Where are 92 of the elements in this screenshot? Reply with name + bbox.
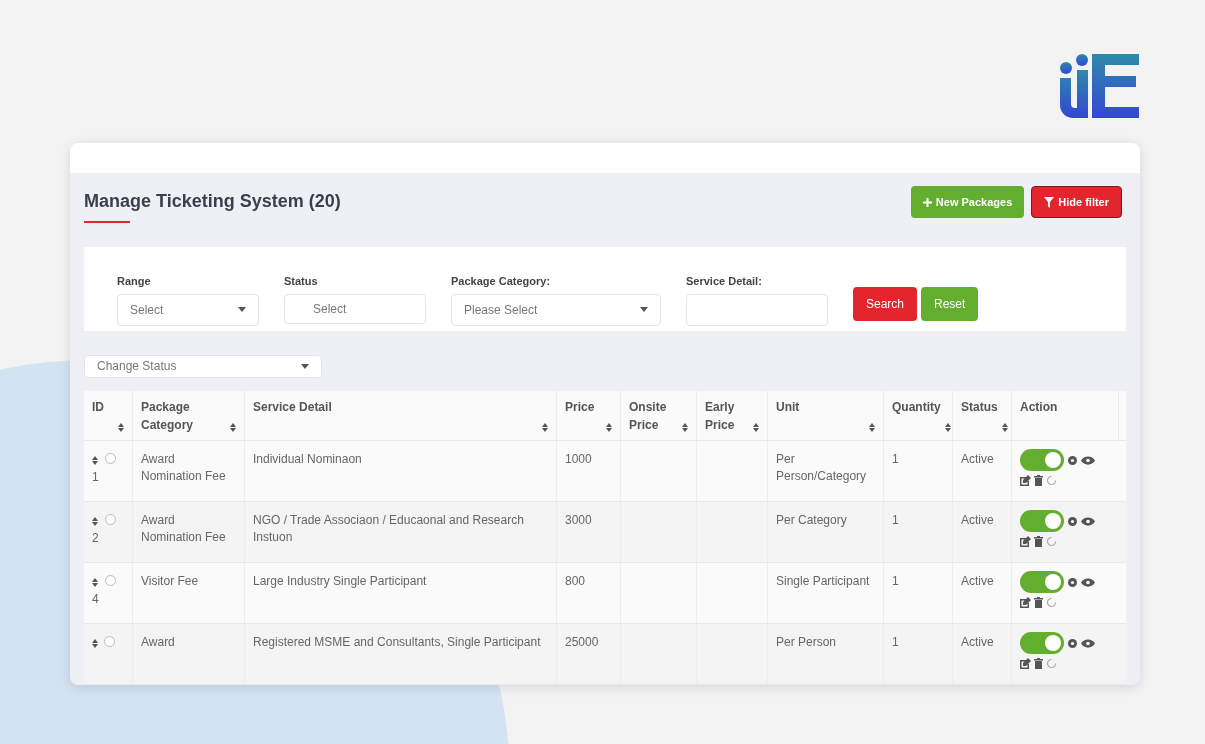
row-checkbox[interactable]: [104, 514, 116, 525]
column-header[interactable]: Action: [1012, 391, 1119, 440]
table-cell-text: 1: [92, 469, 99, 486]
table-cell: 1: [892, 452, 899, 466]
table-cell: Per Category: [776, 513, 847, 527]
settings-icon[interactable]: [1067, 637, 1078, 649]
search-button[interactable]: Search: [853, 287, 918, 321]
edit-icon[interactable]: [1020, 475, 1031, 486]
table-cell: 1: [892, 574, 899, 588]
trash-icon[interactable]: [1034, 475, 1043, 486]
trash-icon[interactable]: [1034, 597, 1043, 608]
column-header[interactable]: Onsite Price: [621, 391, 697, 440]
caret-icon: [301, 363, 309, 369]
settings-icon[interactable]: [1067, 515, 1078, 527]
page-title: Manage Ticketing System (20): [84, 190, 341, 213]
trash-icon[interactable]: [1034, 536, 1043, 547]
toggle-switch[interactable]: [1020, 632, 1064, 654]
change-status-select[interactable]: Change Status: [84, 354, 322, 378]
table-cell: 800: [565, 574, 586, 588]
sort-icon[interactable]: [753, 423, 759, 432]
row-checkbox[interactable]: [104, 575, 116, 586]
table-cell: Active: [961, 513, 994, 527]
table-cell: 1: [892, 513, 899, 527]
field-label: Service Detail:: [686, 274, 763, 289]
table-cell: NGO / Trade Associaon / Educaonal and Research Instuon: [253, 513, 524, 544]
select-field[interactable]: Please Select: [451, 293, 661, 326]
table-cell: Active: [961, 635, 994, 649]
edit-icon[interactable]: [1020, 658, 1031, 669]
drag-icon[interactable]: [92, 517, 98, 526]
column-header[interactable]: Early Price: [697, 391, 768, 440]
drag-icon[interactable]: [92, 456, 98, 465]
table-cell: Award: [141, 635, 175, 649]
column-header[interactable]: Price: [557, 391, 621, 440]
column-header[interactable]: Package Category: [133, 391, 245, 440]
table-cell: Single Participant: [776, 574, 870, 588]
eye-icon[interactable]: [1081, 455, 1095, 465]
plus-icon: [922, 197, 932, 207]
sort-icon[interactable]: [869, 423, 875, 432]
row-checkbox[interactable]: [104, 453, 116, 464]
drag-icon[interactable]: [92, 639, 98, 648]
row-checkbox[interactable]: [104, 636, 115, 647]
sort-icon[interactable]: [944, 423, 951, 432]
table-cell: Per Person: [776, 635, 837, 649]
sort-icon[interactable]: [118, 423, 124, 432]
toggle-switch[interactable]: [1020, 449, 1064, 471]
logo-icon: [1059, 54, 1139, 118]
column-header[interactable]: ID: [84, 391, 133, 440]
sort-icon[interactable]: [606, 423, 612, 432]
table-cell: 3000: [565, 513, 592, 527]
table-cell: 1000: [565, 452, 592, 466]
table-cell: Individual Nominaon: [253, 452, 362, 466]
select-field[interactable]: Select: [117, 293, 259, 326]
trash-icon[interactable]: [1034, 658, 1043, 669]
sort-icon[interactable]: [1001, 423, 1008, 432]
table-cell: Active: [961, 452, 994, 466]
table-cell: Registered MSME and Consultants, Single Participant: [253, 635, 541, 649]
caret-icon: [640, 307, 648, 312]
table-cell: Active: [961, 574, 994, 588]
column-header[interactable]: Quantity: [884, 391, 953, 440]
eye-icon[interactable]: [1081, 577, 1095, 587]
eye-icon[interactable]: [1081, 638, 1095, 648]
field-label: Package Category:: [451, 274, 552, 289]
caret-icon: [238, 307, 246, 312]
column-header[interactable]: Service Detail: [245, 391, 557, 440]
settings-icon[interactable]: [1067, 454, 1078, 466]
toggle-switch[interactable]: [1020, 510, 1064, 532]
select-field[interactable]: Select: [284, 293, 426, 324]
column-header[interactable]: Status: [953, 391, 1012, 440]
field-label: Status: [284, 274, 319, 289]
table-cell: 25000: [565, 635, 599, 649]
table-cell: Large Industry Single Participant: [253, 574, 427, 588]
table-cell: Award Nomination Fee: [141, 452, 226, 483]
edit-icon[interactable]: [1020, 597, 1031, 608]
table-cell: 1: [892, 635, 899, 649]
sort-icon[interactable]: [682, 423, 688, 432]
table-cell-text: 4: [92, 591, 99, 608]
toggle-switch[interactable]: [1020, 571, 1064, 593]
edit-icon[interactable]: [1020, 536, 1031, 547]
table-cell: Visitor Fee: [141, 574, 199, 588]
drag-icon[interactable]: [92, 578, 98, 587]
filter-icon: [1044, 196, 1055, 208]
settings-icon[interactable]: [1067, 576, 1078, 588]
field-label: Range: [117, 274, 152, 289]
table-cell-text: 2: [92, 530, 99, 547]
sort-icon[interactable]: [230, 423, 236, 432]
table-cell: Award Nomination Fee: [141, 513, 226, 544]
hide-filter-button[interactable]: Hide filter: [1031, 186, 1122, 218]
input-field[interactable]: [686, 293, 828, 326]
eye-icon[interactable]: [1081, 516, 1095, 526]
table-cell: Per Person/Category: [776, 452, 867, 483]
sort-icon[interactable]: [542, 423, 548, 432]
column-header[interactable]: Unit: [768, 391, 884, 440]
